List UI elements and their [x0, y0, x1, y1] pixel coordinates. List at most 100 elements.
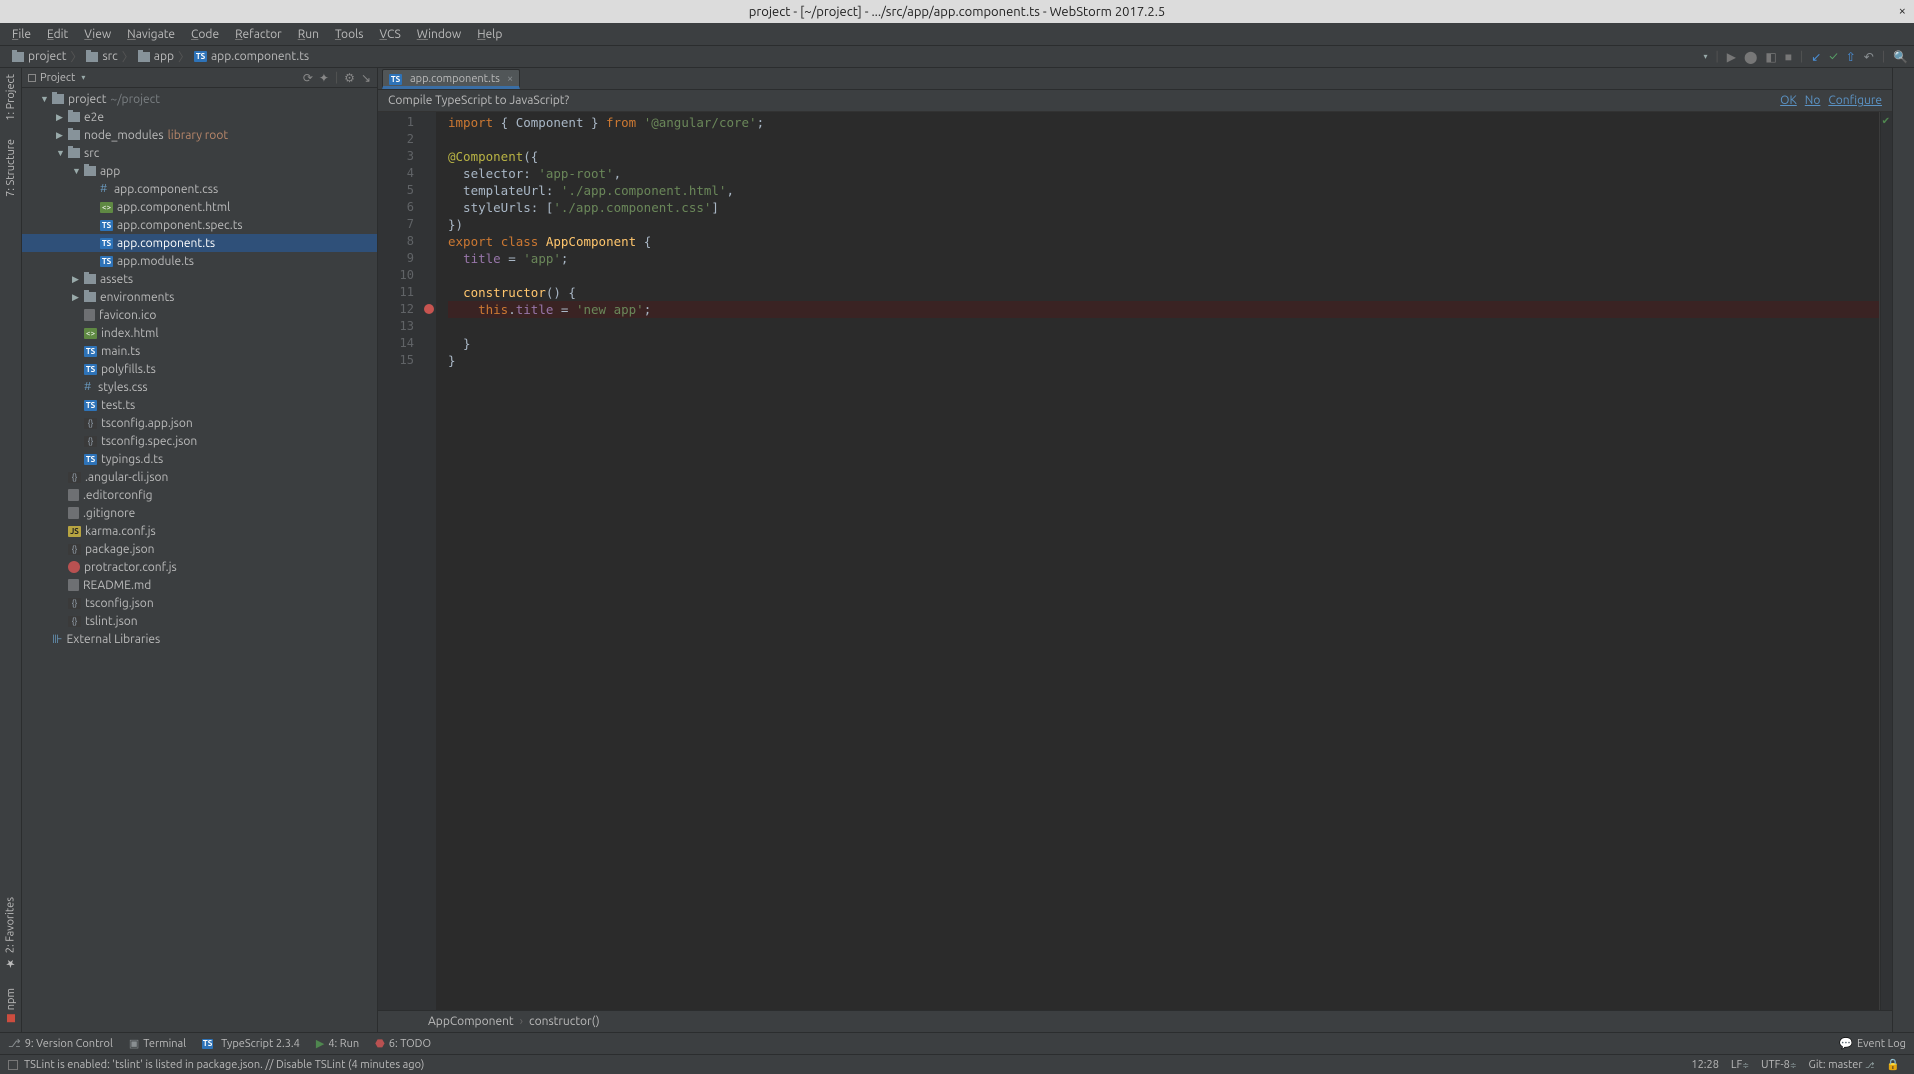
- bottom-6--todo[interactable]: ⬣6: TODO: [375, 1037, 431, 1050]
- vcs-revert-button[interactable]: ↶: [1864, 50, 1874, 64]
- right-tool-stripe: [1892, 68, 1914, 1032]
- tree-item--gitignore[interactable]: .gitignore: [22, 504, 377, 522]
- tree-item-tsconfig-json[interactable]: {}tsconfig.json: [22, 594, 377, 612]
- breadcrumb-app.component.ts[interactable]: TSapp.component.ts: [188, 50, 315, 63]
- lock-icon[interactable]: 🔒: [1880, 1058, 1906, 1071]
- tree-item--editorconfig[interactable]: .editorconfig: [22, 486, 377, 504]
- tree-item-project[interactable]: ▼project~/project: [22, 90, 377, 108]
- menu-file[interactable]: File: [4, 25, 39, 44]
- code-editor[interactable]: 123456789101112131415 import { Component…: [378, 112, 1892, 1010]
- toolwin-structure[interactable]: 7: Structure: [5, 135, 17, 201]
- bottom-terminal[interactable]: ▣Terminal: [129, 1037, 186, 1050]
- tree-item-typings-d-ts[interactable]: TStypings.d.ts: [22, 450, 377, 468]
- line-separator[interactable]: LF≑: [1725, 1059, 1755, 1071]
- menu-view[interactable]: View: [76, 25, 119, 44]
- menu-refactor[interactable]: Refactor: [227, 25, 290, 44]
- search-everywhere-button[interactable]: 🔍: [1893, 50, 1908, 64]
- git-branch[interactable]: Git: master ⎇: [1803, 1059, 1881, 1071]
- coverage-button[interactable]: ◧: [1765, 50, 1776, 64]
- tree-item-app-component-css[interactable]: #app.component.css: [22, 180, 377, 198]
- scroll-to-source-icon[interactable]: ⟳: [303, 71, 313, 85]
- tree-item-protractor-conf-js[interactable]: protractor.conf.js: [22, 558, 377, 576]
- tree-item-app-component-spec-ts[interactable]: TSapp.component.spec.ts: [22, 216, 377, 234]
- window-title: project - [~/project] - .../src/app/app.…: [749, 5, 1165, 19]
- editor-tab-app-component[interactable]: TS app.component.ts ×: [382, 69, 520, 89]
- collapse-all-icon[interactable]: ✦: [319, 71, 329, 85]
- breakpoint-gutter[interactable]: [422, 112, 436, 1010]
- breadcrumb-src[interactable]: src: [80, 50, 123, 63]
- tree-item-app-component-ts[interactable]: TSapp.component.ts: [22, 234, 377, 252]
- tree-item-test-ts[interactable]: TStest.ts: [22, 396, 377, 414]
- tree-item-app-component-html[interactable]: <>app.component.html: [22, 198, 377, 216]
- menu-vcs[interactable]: VCS: [371, 25, 408, 44]
- bottom-typescript-2-3-4[interactable]: TSTypeScript 2.3.4: [202, 1038, 300, 1050]
- bottom-4--run[interactable]: ▶4: Run: [316, 1037, 359, 1050]
- status-message[interactable]: TSLint is enabled: 'tslint' is listed in…: [24, 1059, 424, 1071]
- run-config-dropdown[interactable]: ▾: [1703, 52, 1707, 61]
- hide-icon[interactable]: ↘: [361, 71, 371, 85]
- tree-item-node_modules[interactable]: ▶node_moduleslibrary root: [22, 126, 377, 144]
- tree-item-app-module-ts[interactable]: TSapp.module.ts: [22, 252, 377, 270]
- breadcrumb-project[interactable]: project: [6, 50, 72, 63]
- breadcrumb-class[interactable]: AppComponent: [428, 1015, 514, 1028]
- tree-item-tsconfig-spec-json[interactable]: {}tsconfig.spec.json: [22, 432, 377, 450]
- editor-tab-close-icon[interactable]: ×: [507, 73, 513, 85]
- tree-item-karma-conf-js[interactable]: JSkarma.conf.js: [22, 522, 377, 540]
- editor-marker-strip[interactable]: ✔: [1880, 112, 1892, 1010]
- debug-button[interactable]: ⬤: [1744, 50, 1757, 64]
- file-encoding[interactable]: UTF-8≑: [1755, 1059, 1803, 1071]
- editor-notification-bar: Compile TypeScript to JavaScript? OK No …: [378, 90, 1892, 112]
- editor-tab-label: app.component.ts: [410, 73, 500, 85]
- editor-notification-text: Compile TypeScript to JavaScript?: [388, 94, 569, 107]
- vcs-push-button[interactable]: ⇧: [1846, 50, 1856, 64]
- menu-tools[interactable]: Tools: [327, 25, 372, 44]
- tree-item-README-md[interactable]: README.md: [22, 576, 377, 594]
- tree-item-polyfills-ts[interactable]: TSpolyfills.ts: [22, 360, 377, 378]
- tree-item-favicon-ico[interactable]: favicon.ico: [22, 306, 377, 324]
- notification-ok-link[interactable]: OK: [1780, 94, 1797, 107]
- toolwin-project[interactable]: 1: Project: [5, 70, 17, 125]
- bottom-9--version-control[interactable]: ⎇9: Version Control: [8, 1037, 113, 1050]
- editor-tabs: TS app.component.ts ×: [378, 68, 1892, 90]
- project-tree[interactable]: ▼project~/project▶e2e▶node_moduleslibrar…: [22, 88, 377, 1032]
- stop-button[interactable]: ■: [1785, 50, 1792, 64]
- menu-code[interactable]: Code: [183, 25, 227, 44]
- notification-configure-link[interactable]: Configure: [1828, 94, 1882, 107]
- project-view-label[interactable]: Project: [40, 72, 75, 84]
- tree-item-External-Libraries[interactable]: ⊪External Libraries: [22, 630, 377, 648]
- tree-item-index-html[interactable]: <>index.html: [22, 324, 377, 342]
- menu-edit[interactable]: Edit: [39, 25, 76, 44]
- code-content[interactable]: import { Component } from '@angular/core…: [436, 112, 1879, 1010]
- tree-item-app[interactable]: ▼app: [22, 162, 377, 180]
- menu-help[interactable]: Help: [469, 25, 510, 44]
- breadcrumb-app[interactable]: app: [132, 50, 180, 63]
- vcs-commit-button[interactable]: ✓: [1829, 50, 1837, 63]
- notification-no-link[interactable]: No: [1805, 94, 1821, 107]
- line-number-gutter[interactable]: 123456789101112131415: [378, 112, 422, 1010]
- tree-item--angular-cli-json[interactable]: {}.angular-cli.json: [22, 468, 377, 486]
- tree-item-package-json[interactable]: {}package.json: [22, 540, 377, 558]
- tree-item-environments[interactable]: ▶environments: [22, 288, 377, 306]
- event-log-button[interactable]: 💬Event Log: [1839, 1037, 1906, 1050]
- tree-item-main-ts[interactable]: TSmain.ts: [22, 342, 377, 360]
- run-button[interactable]: ▶: [1727, 50, 1736, 64]
- menu-navigate[interactable]: Navigate: [119, 25, 183, 44]
- toolwin-favorites[interactable]: ★ 2: Favorites: [4, 893, 17, 974]
- breadcrumb-method[interactable]: constructor(): [529, 1015, 600, 1028]
- tree-item-src[interactable]: ▼src: [22, 144, 377, 162]
- tree-item-styles-css[interactable]: #styles.css: [22, 378, 377, 396]
- menu-window[interactable]: Window: [409, 25, 469, 44]
- tree-item-tsconfig-app-json[interactable]: {}tsconfig.app.json: [22, 414, 377, 432]
- status-icon[interactable]: [8, 1060, 18, 1070]
- project-header: Project ▾ ⟳ ✦ | ⚙ ↘: [22, 68, 377, 88]
- tree-item-assets[interactable]: ▶assets: [22, 270, 377, 288]
- toolwin-npm[interactable]: npm: [5, 984, 17, 1026]
- tree-item-e2e[interactable]: ▶e2e: [22, 108, 377, 126]
- vcs-update-button[interactable]: ↙: [1811, 50, 1821, 64]
- settings-icon[interactable]: ⚙: [344, 71, 355, 85]
- tree-item-tslint-json[interactable]: {}tslint.json: [22, 612, 377, 630]
- menu-run[interactable]: Run: [290, 25, 327, 44]
- cursor-position[interactable]: 12:28: [1685, 1059, 1725, 1071]
- breakpoint-icon[interactable]: [424, 304, 434, 314]
- window-close-button[interactable]: ×: [1899, 4, 1906, 18]
